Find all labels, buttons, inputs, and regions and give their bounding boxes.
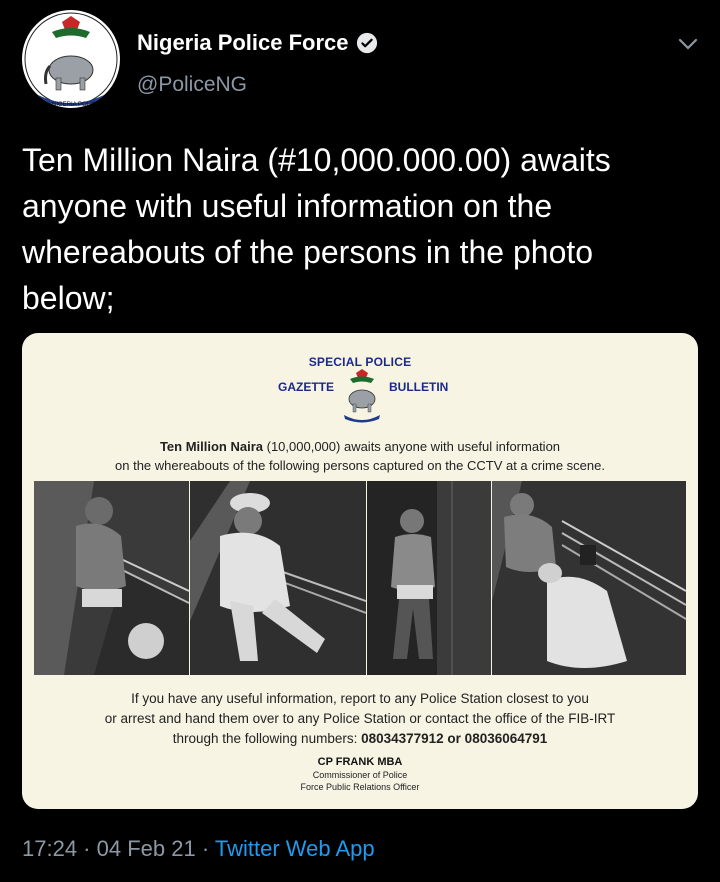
tweet-time[interactable]: 17:24 (22, 836, 77, 861)
author-name-row[interactable]: Nigeria Police Force (137, 30, 378, 56)
gazette-title: SPECIAL POLICE (308, 355, 412, 369)
police-crest-icon (344, 369, 380, 423)
avatar-caption: NIGERIA POLICE (52, 102, 100, 108)
chevron-down-icon[interactable] (676, 32, 700, 56)
cctv-photo-1 (34, 481, 189, 675)
tweet-media-image[interactable]: SPECIAL POLICE GAZETTE BULLETIN Ten Mill… (22, 333, 698, 809)
cctv-photos (34, 481, 686, 675)
avatar[interactable]: NIGERIA POLICE (22, 10, 120, 108)
tweet-date[interactable]: 04 Feb 21 (97, 836, 196, 861)
cctv-photo-4 (492, 481, 686, 675)
reward-text: (10,000,000) awaits anyone with useful i… (263, 439, 561, 454)
police-crest-logo: NIGERIA POLICE (24, 12, 118, 108)
contact-line-3: through the following numbers: (172, 731, 362, 746)
contact-line-2: or arrest and hand them over to any Poli… (104, 711, 616, 726)
contact-numbers: 08034377912 or 08036064791 (361, 731, 548, 746)
author-handle[interactable]: @PoliceNG (137, 73, 247, 97)
signatory-name: CP FRANK MBA (317, 756, 403, 768)
tweet-meta: 17:24 · 04 Feb 21 · Twitter Web App (22, 836, 375, 862)
verified-badge-icon (356, 32, 377, 54)
tweet-source-link[interactable]: Twitter Web App (215, 836, 375, 861)
signatory-office: Force Public Relations Officer (300, 782, 420, 792)
tweet-text: Ten Million Naira (#10,000.000.00) await… (22, 142, 611, 316)
reward-amount: Ten Million Naira (159, 439, 264, 454)
gazette-label: GAZETTE (278, 380, 334, 394)
reward-text-line2: on the whereabouts of the following pers… (115, 458, 605, 473)
signatory-title: Commissioner of Police (312, 770, 408, 780)
contact-instructions: If you have any useful information, repo… (22, 689, 698, 749)
meta-separator: · (195, 836, 215, 861)
contact-line-1: If you have any useful information, repo… (131, 691, 589, 706)
cctv-photo-3 (367, 481, 491, 675)
reward-announcement: Ten Million Naira (10,000,000) awaits an… (22, 437, 698, 475)
cctv-photo-2 (190, 481, 366, 675)
bulletin-label: BULLETIN (389, 380, 449, 394)
signature-block: CP FRANK MBA Commissioner of Police Forc… (22, 755, 698, 793)
display-name[interactable]: Nigeria Police Force (137, 30, 349, 56)
meta-separator: · (77, 836, 97, 861)
